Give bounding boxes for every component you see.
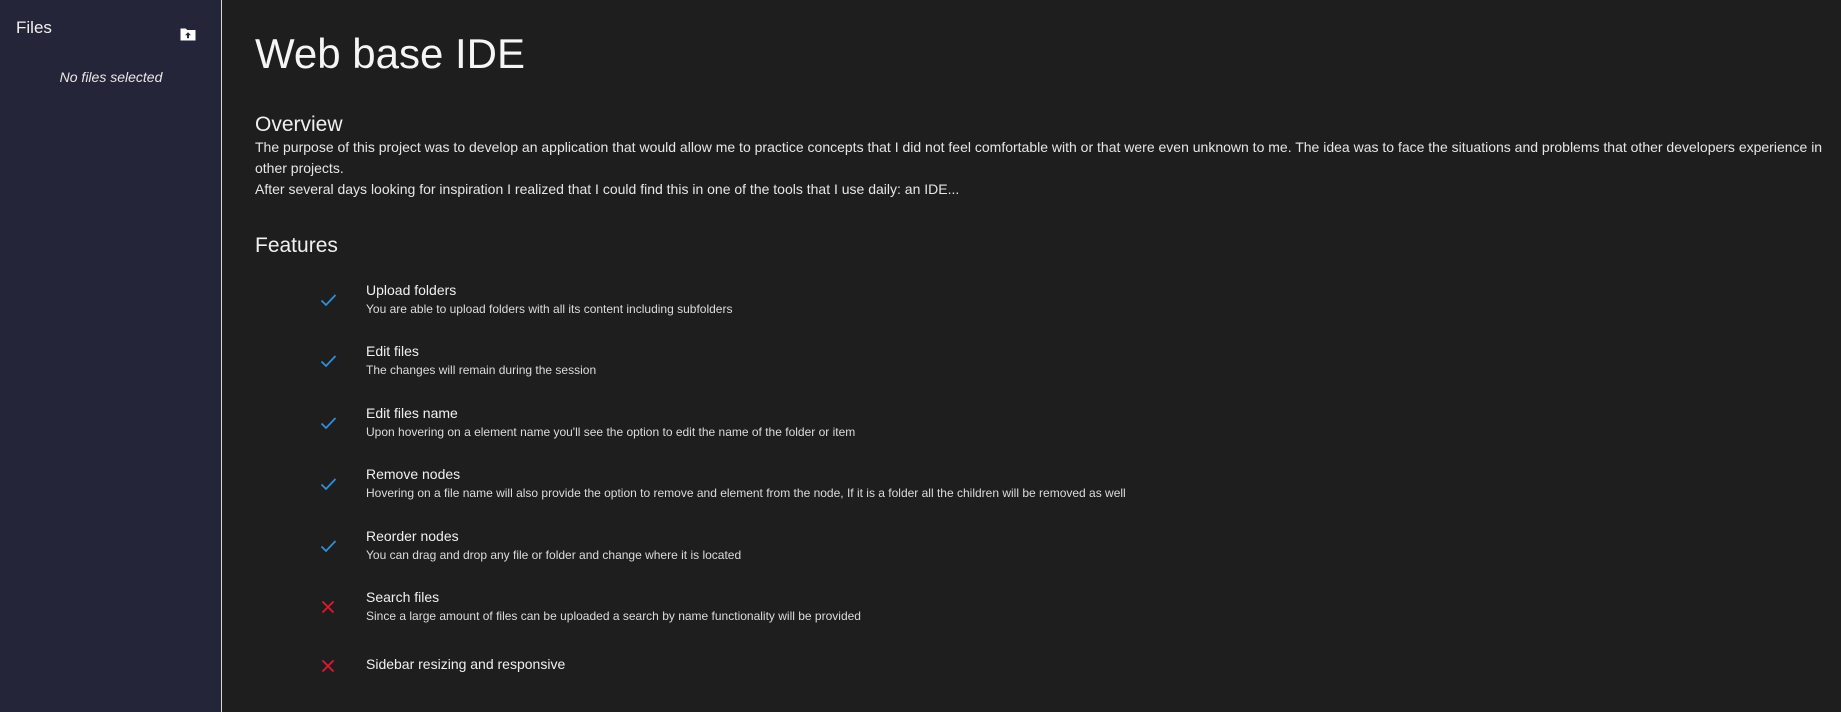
feature-title: Edit files [366,343,419,359]
check-icon [319,414,337,432]
no-files-message: No files selected [59,69,163,85]
check-icon [319,475,337,493]
sidebar-title: Files [16,18,52,37]
check-icon [319,291,337,309]
feature-title: Reorder nodes [366,528,459,544]
feature-description: Hovering on a file name will also provid… [366,486,1126,500]
feature-description: Since a large amount of files can be upl… [366,609,861,623]
cross-icon [319,657,337,675]
overview-paragraph: After several days looking for inspirati… [255,181,960,197]
check-icon [319,537,337,555]
folder-upload-icon [180,28,196,40]
feature-description: Upon hovering on a element name you'll s… [366,425,856,439]
feature-item: Edit files name Upon hovering on a elemen… [222,405,1622,453]
feature-item: Remove nodes Hovering on a file name will… [222,466,1622,514]
overview-paragraph: The purpose of this project was to devel… [255,139,1823,176]
folder-upload-button[interactable] [178,24,198,44]
feature-title: Upload folders [366,282,457,298]
feature-description: The changes will remain during the sessi… [366,363,597,377]
app-root: Files No files selected Web base IDE Ove… [0,0,1841,712]
feature-title: Remove nodes [366,466,461,482]
file-sidebar: Files No files selected [0,0,222,712]
feature-description: You are able to upload folders with all … [366,302,733,316]
check-icon [319,352,337,370]
page-title: Web base IDE [255,30,526,77]
feature-description: You can drag and drop any file or folder… [366,548,742,562]
features-heading: Features [255,234,338,257]
overview-text: The purpose of this project was to devel… [255,137,1840,200]
feature-item: Sidebar resizing and responsive [222,656,1622,704]
feature-item: Upload folders You are able to upload fol… [222,282,1622,330]
cross-icon [319,598,337,616]
feature-title: Sidebar resizing and responsive [366,656,566,672]
main-content: Web base IDE Overview The purpose of thi… [222,0,1841,712]
feature-title: Search files [366,589,440,605]
overview-heading: Overview [255,113,343,136]
feature-item: Edit files The changes will remain during… [222,343,1622,391]
feature-title: Edit files name [366,405,458,421]
feature-item: Search files Since a large amount of file… [222,589,1622,637]
feature-item: Reorder nodes You can drag and drop any f… [222,528,1622,576]
